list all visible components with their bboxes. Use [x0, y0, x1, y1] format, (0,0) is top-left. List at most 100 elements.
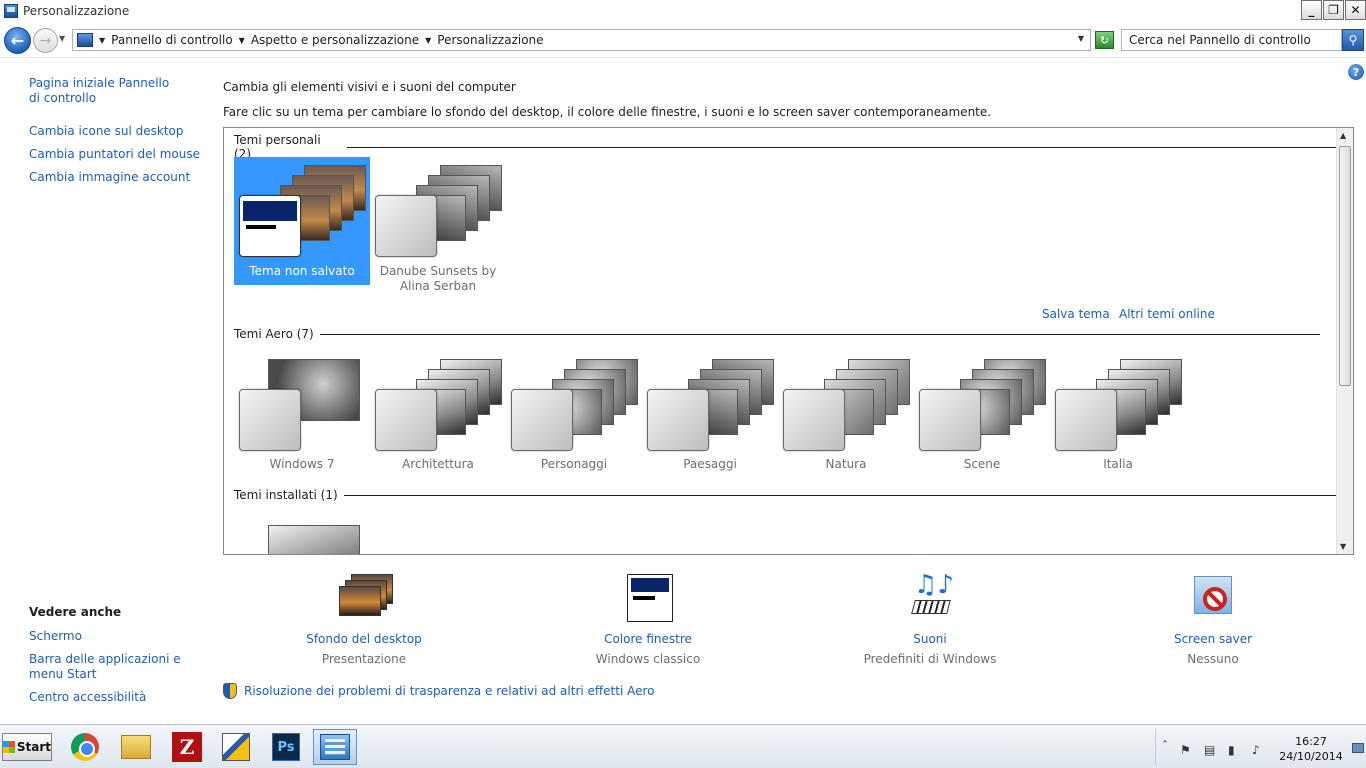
theme-item-characters[interactable]: Personaggi: [506, 351, 642, 479]
control-panel-icon: [77, 33, 93, 47]
window-color-swatch: [783, 389, 845, 451]
breadcrumb-appearance[interactable]: Aspetto e personalizzazione: [251, 33, 419, 47]
search-icon: ⚲: [1348, 33, 1358, 47]
volume-muted-icon[interactable]: ♪: [1252, 743, 1260, 757]
screen-saver-link[interactable]: Screen saver: [1113, 632, 1313, 647]
shield-icon: [223, 683, 237, 699]
save-theme-link[interactable]: Salva tema: [1042, 307, 1110, 322]
taskbar-chrome[interactable]: [63, 729, 107, 765]
change-desktop-icons-link[interactable]: Cambia icone sul desktop: [29, 124, 184, 139]
window-color-swatch: [647, 389, 709, 451]
left-pane: Pagina iniziale Pannello di controllo Ca…: [0, 59, 212, 724]
breadcrumb-personalization[interactable]: Personalizzazione: [437, 33, 543, 47]
troubleshoot-aero[interactable]: Risoluzione dei problemi di trasparenza …: [223, 683, 655, 699]
theme-item-nature[interactable]: Natura: [778, 351, 914, 479]
theme-item-architecture[interactable]: Architettura: [370, 351, 506, 479]
ease-of-access-link[interactable]: Centro accessibilità: [29, 690, 146, 705]
navigation-bar: ← → ▼ ▼ Pannello di controllo ▼ Aspetto …: [0, 22, 1366, 58]
taskbar-photoshop[interactable]: Ps: [264, 729, 308, 765]
window-color-icon: [619, 572, 677, 624]
group-label-installed: Temi installati (1): [234, 488, 338, 502]
security-alert-icon[interactable]: ⚑: [1180, 743, 1191, 757]
title-bar: Personalizzazione _ ❐ ✕: [0, 0, 1366, 22]
chrome-icon: [71, 733, 99, 761]
arrow-right-icon: →: [39, 32, 52, 49]
back-button[interactable]: ←: [4, 27, 31, 54]
theme-label: Architettura: [402, 457, 474, 471]
theme-label: Paesaggi: [683, 457, 737, 471]
window-controls: _ ❐ ✕: [1301, 0, 1366, 20]
window-color-swatch: [375, 389, 437, 451]
theme-item-windows7[interactable]: Windows 7: [234, 351, 370, 479]
group-divider: [347, 146, 1353, 148]
see-also-heading: Vedere anche: [29, 605, 122, 619]
change-account-picture-link[interactable]: Cambia immagine account: [29, 170, 190, 185]
taskbar-explorer[interactable]: [114, 729, 158, 765]
desktop-background-icon: [335, 572, 393, 624]
control-panel-home-link[interactable]: Pagina iniziale Pannello di controllo: [29, 76, 179, 106]
search-button[interactable]: ⚲: [1342, 29, 1364, 51]
maximize-button[interactable]: ❐: [1323, 0, 1344, 20]
help-icon[interactable]: ?: [1348, 64, 1364, 80]
show-desktop-button[interactable]: [1352, 743, 1364, 753]
chevron-down-icon[interactable]: ▼: [239, 36, 245, 45]
vertical-scrollbar[interactable]: ▲ ▼: [1336, 128, 1353, 554]
online-themes-link[interactable]: Altri temi online: [1119, 307, 1215, 322]
refresh-icon: ↻: [1099, 33, 1110, 47]
desktop-background-link[interactable]: Sfondo del desktop: [264, 632, 464, 647]
chevron-down-icon[interactable]: ▼: [425, 36, 431, 45]
search-input[interactable]: Cerca nel Pannello di controllo: [1121, 29, 1342, 51]
theme-label: Natura: [825, 457, 867, 471]
theme-item-danube-sunsets[interactable]: Danube Sunsets by Alina Serban: [370, 157, 506, 293]
troubleshoot-link[interactable]: Risoluzione dei problemi di trasparenza …: [244, 684, 655, 699]
change-mouse-pointers-link[interactable]: Cambia puntatori del mouse: [29, 147, 200, 162]
window-color-setting[interactable]: Colore finestre Windows classico: [548, 572, 748, 667]
taskbar-filezilla[interactable]: Z: [165, 729, 209, 765]
minimize-button[interactable]: _: [1301, 0, 1322, 20]
refresh-button[interactable]: ↻: [1095, 31, 1114, 49]
group-header-aero: Temi Aero (7): [234, 327, 1320, 341]
theme-item-italy[interactable]: Italia: [1050, 351, 1186, 479]
scroll-down-icon[interactable]: ▼: [1340, 542, 1346, 551]
window-color-link[interactable]: Colore finestre: [548, 632, 748, 647]
sounds-setting[interactable]: ♫♪ Suoni Predefiniti di Windows: [830, 572, 1030, 667]
history-dropdown-icon[interactable]: ▼: [59, 34, 65, 43]
show-hidden-icons-icon[interactable]: ˆ: [1162, 739, 1168, 753]
display-link[interactable]: Schermo: [29, 629, 82, 644]
taskbar-start-menu-link[interactable]: Barra delle applicazioni e menu Start: [29, 652, 204, 682]
arrow-left-icon: ←: [10, 31, 25, 50]
page-title: Cambia gli elementi visivi e i suoni del…: [223, 80, 516, 94]
theme-preview: [268, 525, 364, 554]
scroll-thumb[interactable]: [1339, 146, 1351, 386]
screen-saver-setting[interactable]: Screen saver Nessuno: [1113, 572, 1313, 667]
sounds-value: Predefiniti di Windows: [863, 652, 997, 666]
device-icon[interactable]: ▤: [1204, 743, 1215, 757]
pen-icon: [222, 733, 250, 761]
screen-saver-icon: [1184, 572, 1242, 624]
network-signal-icon[interactable]: ▮: [1228, 743, 1235, 757]
chevron-down-icon[interactable]: ▼: [99, 36, 105, 45]
start-button[interactable]: Start: [2, 733, 52, 761]
windows-logo-icon: [3, 741, 15, 753]
desktop-background-setting[interactable]: Sfondo del desktop Presentazione: [264, 572, 464, 667]
theme-item-unsaved[interactable]: Tema non salvato: [234, 157, 370, 285]
clock[interactable]: 16:27 24/10/2014: [1276, 734, 1346, 764]
scroll-up-icon[interactable]: ▲: [1340, 131, 1346, 140]
address-dropdown-icon[interactable]: ▼: [1078, 34, 1084, 43]
forward-button[interactable]: →: [33, 28, 58, 53]
group-divider: [319, 333, 1320, 335]
sounds-link[interactable]: Suoni: [830, 632, 1030, 647]
theme-label: Windows 7: [269, 457, 335, 471]
close-button[interactable]: ✕: [1345, 0, 1366, 20]
taskbar-control-panel[interactable]: [313, 729, 357, 765]
breadcrumb-control-panel[interactable]: Pannello di controllo: [111, 33, 233, 47]
clock-date: 24/10/2014: [1279, 750, 1343, 763]
group-divider: [343, 494, 1340, 496]
group-label-aero: Temi Aero (7): [234, 327, 314, 341]
desktop-background-value: Presentazione: [321, 652, 407, 666]
theme-item-installed[interactable]: [234, 517, 370, 554]
theme-item-landscapes[interactable]: Paesaggi: [642, 351, 778, 479]
theme-item-scenes[interactable]: Scene: [914, 351, 1050, 479]
taskbar-pen-tool[interactable]: [214, 729, 258, 765]
address-bar[interactable]: ▼ Pannello di controllo ▼ Aspetto e pers…: [72, 29, 1091, 51]
